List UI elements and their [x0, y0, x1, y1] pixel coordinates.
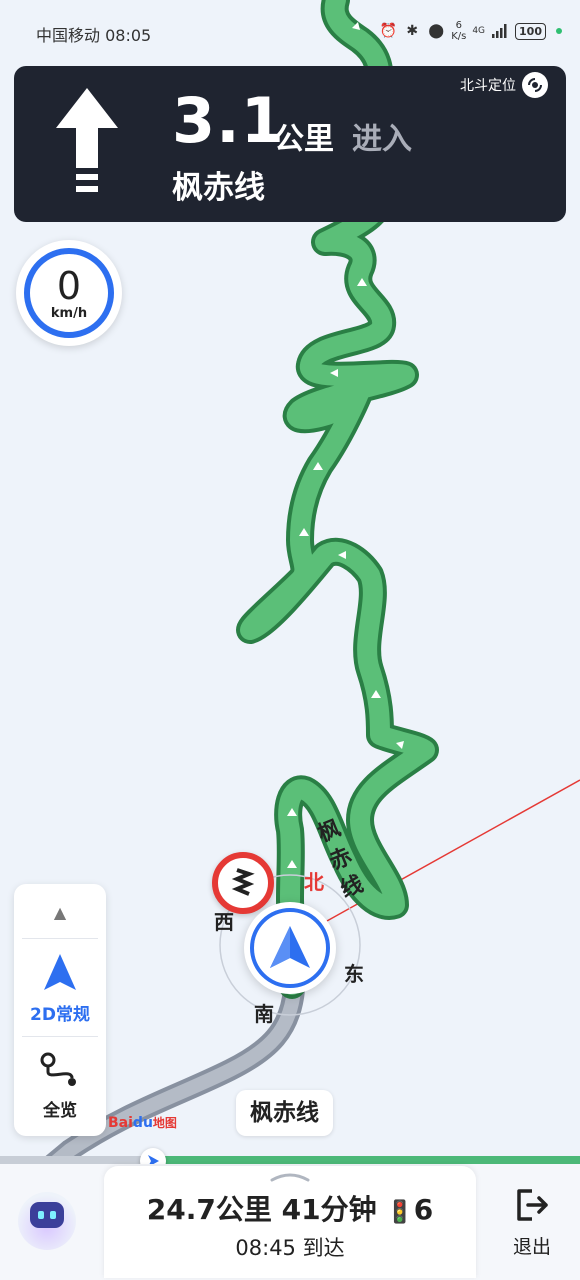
network-type: 4G — [472, 26, 486, 36]
compass-south: 南 — [254, 1002, 274, 1026]
voice-assistant-button[interactable] — [18, 1192, 76, 1250]
net-speed: 6 K/s — [451, 20, 467, 42]
exit-label: 退出 — [512, 1236, 551, 1258]
carrier-time: 中国移动 08:05 — [36, 26, 152, 45]
collapse-panel-button[interactable]: ▲ — [14, 892, 106, 932]
positioning-status: 北斗定位 — [460, 72, 548, 98]
current-speed: 0 — [56, 264, 82, 308]
maneuver-action: 进入 — [352, 122, 412, 157]
satellite-icon — [522, 72, 548, 98]
overview-button[interactable]: 全览 — [14, 1052, 106, 1121]
signal-icon — [491, 22, 509, 40]
exit-icon — [517, 1189, 548, 1221]
alarm-icon: ⏰ — [379, 23, 397, 39]
privacy-dot — [556, 28, 562, 34]
trip-summary-card[interactable]: 24.7公里 41分钟 🚦6 08:45 到达 — [104, 1166, 476, 1278]
positioning-label: 北斗定位 — [460, 78, 516, 94]
vehicle-ring — [250, 908, 330, 988]
robot-icon — [30, 1202, 64, 1228]
status-icons: ⏰ ✱ ⬤ 6 K/s 4G 100 — [379, 20, 562, 42]
remaining-distance: 24.7公里 — [146, 1193, 272, 1226]
map-mode-panel: ▲ 2D常规 全览 — [14, 884, 106, 1136]
arrival-time: 08:45 到达 — [235, 1236, 345, 1260]
battery-indicator: 100 — [515, 22, 546, 40]
trip-remaining: 24.7公里 41分钟 🚦6 — [104, 1188, 476, 1228]
distance-value: 3.1 — [172, 84, 285, 157]
navigation-arrow-icon — [270, 926, 310, 968]
view-mode-label: 2D常规 — [30, 1005, 90, 1025]
speed-unit: km/h — [50, 306, 88, 321]
straight-arrow-icon — [56, 88, 118, 192]
location-icon: ⬤ — [428, 23, 445, 39]
compass-north: 北 — [304, 870, 324, 894]
overview-label: 全览 — [43, 1101, 77, 1121]
current-road-label: 枫赤线 — [236, 1090, 333, 1136]
baidu-map-logo: Baidu地图 — [108, 1115, 177, 1131]
route-overview-icon — [40, 1052, 76, 1086]
bottom-bar: 24.7公里 41分钟 🚦6 08:45 到达 退出 — [0, 1164, 580, 1280]
winding-road-sign-icon — [212, 852, 274, 914]
drag-handle-icon[interactable] — [270, 1172, 310, 1182]
traffic-light-count: 6 — [413, 1193, 434, 1226]
route-progress-bar — [0, 1156, 580, 1164]
navigation-arrow-icon — [44, 954, 76, 990]
traffic-light-icon: 🚦 — [386, 1200, 414, 1225]
bluetooth-icon: ✱ — [406, 23, 419, 39]
navigation-instruction-card[interactable]: 3.1 公里 进入 枫赤线 北斗定位 — [14, 66, 566, 222]
view-mode-button[interactable]: 2D常规 — [14, 952, 106, 1025]
exit-navigation-button[interactable]: 退出 — [500, 1188, 564, 1259]
next-road-name: 枫赤线 — [172, 170, 265, 206]
status-bar: 中国移动 08:05 ⏰ ✱ ⬤ 6 K/s 4G 100 — [0, 0, 580, 66]
divider — [22, 938, 98, 939]
distance-unit: 公里 — [274, 122, 334, 157]
speedometer: 0 km/h — [16, 240, 122, 346]
divider — [22, 1036, 98, 1037]
vehicle-position-marker[interactable] — [244, 902, 336, 994]
remaining-time: 41分钟 — [281, 1193, 377, 1226]
compass-east: 东 — [344, 962, 364, 986]
route-progress-fill — [156, 1156, 580, 1164]
